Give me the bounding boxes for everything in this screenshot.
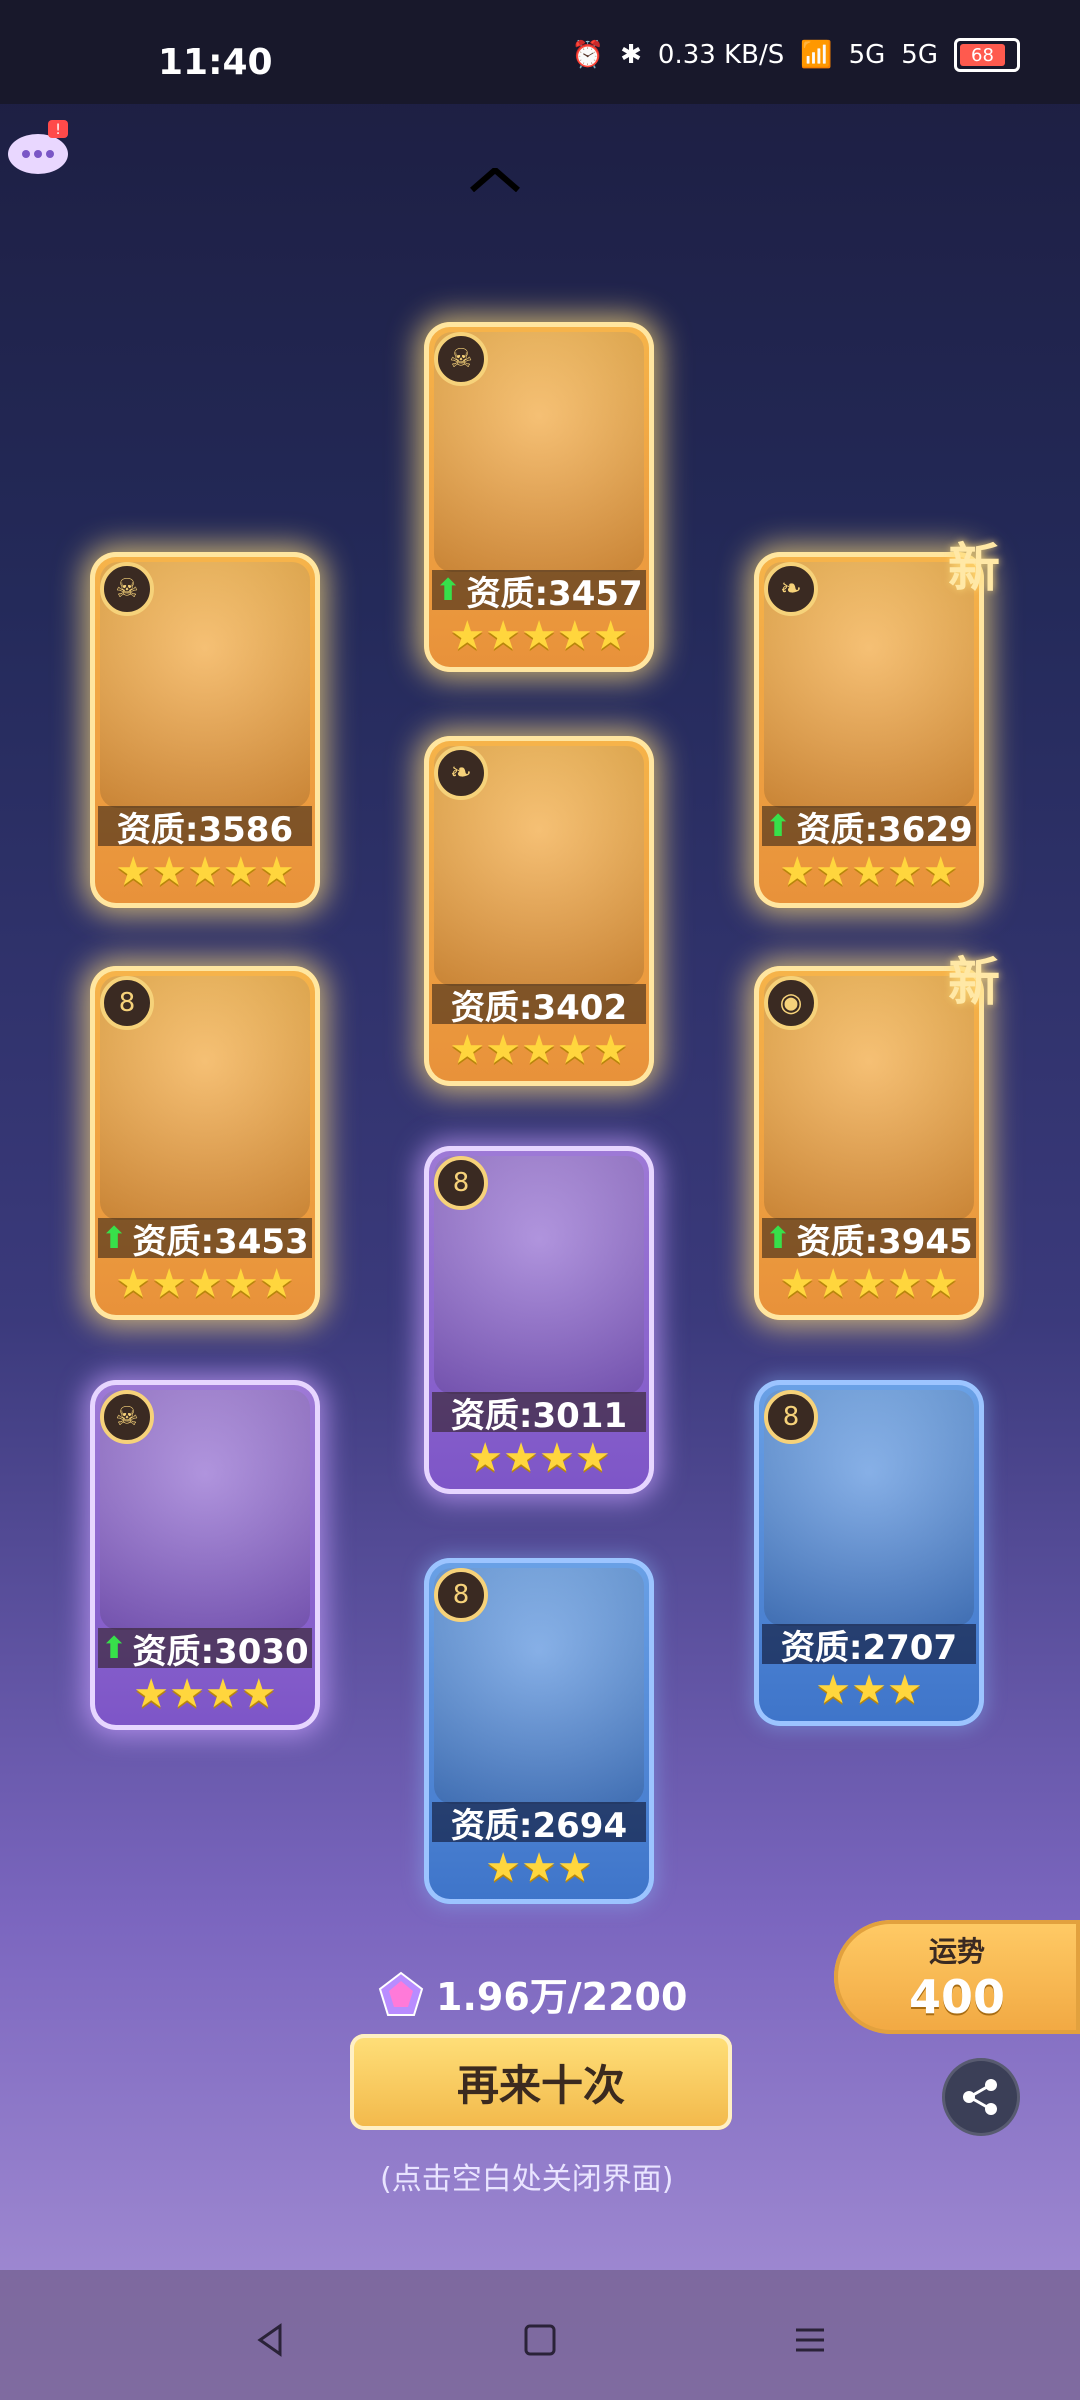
signal-2: 5G — [901, 40, 938, 70]
star-rating: ★★★★★ — [115, 849, 295, 895]
star-rating: ★★★★ — [133, 1671, 277, 1717]
star-rating: ★★★★ — [467, 1435, 611, 1481]
star-rating: ★★★★★ — [449, 1027, 629, 1073]
battery-level: 68 — [960, 44, 1005, 66]
hero-card[interactable]: 8 资质:3011 ★★★★ — [424, 1146, 654, 1494]
quality-label: 资质:3402 — [432, 984, 646, 1028]
star-rating: ★★★★★ — [115, 1261, 295, 1307]
hero-card[interactable]: ❧ ⬆ 资质:3629 ★★★★★ — [754, 552, 984, 908]
battery-icon: 68 — [954, 38, 1020, 72]
faction-icon: ☠ — [100, 1390, 154, 1444]
quality-label: 资质:2694 — [432, 1802, 646, 1846]
luck-value: 400 — [908, 1970, 1006, 2024]
draw-cost: 1.96万/2200 — [378, 1966, 687, 2021]
faction-icon: ❧ — [764, 562, 818, 616]
signal-1: 5G — [848, 40, 886, 70]
menu-nav-button[interactable] — [780, 2310, 840, 2370]
wifi-icon: 📶 — [800, 40, 833, 70]
hero-card[interactable]: ☠ ⬆ 资质:3457 ★★★★★ — [424, 322, 654, 672]
faction-icon: ❧ — [434, 746, 488, 800]
new-tag: 新 — [948, 953, 1001, 1013]
quality-label: 资质:3011 — [432, 1392, 646, 1436]
quality-label: ⬆ 资质:3453 — [98, 1218, 312, 1262]
status-time: 11:40 — [158, 42, 273, 83]
quality-label: ⬆ 资质:3457 — [432, 570, 646, 614]
back-nav-icon — [257, 2323, 282, 2357]
up-arrow-icon: ⬆ — [101, 1220, 127, 1256]
quality-label: ⬆ 资质:3629 — [762, 806, 976, 850]
navigation-bar — [0, 2270, 1080, 2400]
home-nav-icon — [524, 2324, 556, 2356]
faction-icon: ◉ — [764, 976, 818, 1030]
star-rating: ★★★★★ — [779, 1261, 959, 1307]
faction-icon: 8 — [434, 1156, 488, 1210]
luck-badge: 运势 400 — [834, 1920, 1080, 2034]
star-rating: ★★★ — [815, 1667, 923, 1713]
star-rating: ★★★ — [485, 1845, 593, 1891]
share-icon — [963, 2079, 997, 2115]
close-hint: (点击空白处关闭界面) — [380, 2162, 674, 2197]
faction-icon: ☠ — [100, 562, 154, 616]
quality-label: 资质:2707 — [762, 1624, 976, 1668]
faction-icon: 8 — [764, 1390, 818, 1444]
star-rating: ★★★★★ — [779, 849, 959, 895]
faction-icon: 8 — [434, 1568, 488, 1622]
luck-label: 运势 — [928, 1935, 985, 1968]
hero-card[interactable]: 8 资质:2707 ★★★ — [754, 1380, 984, 1726]
hero-card[interactable]: ❧ 资质:3402 ★★★★★ — [424, 736, 654, 1086]
up-arrow-icon: ⬆ — [765, 1220, 791, 1256]
quality-label: ⬆ 资质:3030 — [98, 1628, 312, 1672]
faction-icon: 8 — [100, 976, 154, 1030]
hero-card[interactable]: 8 资质:2694 ★★★ — [424, 1558, 654, 1904]
faction-icon: ☠ — [434, 332, 488, 386]
up-arrow-icon: ⬆ — [765, 808, 791, 844]
network-speed: 0.33 KB/S — [657, 40, 785, 70]
star-rating: ★★★★★ — [449, 613, 629, 659]
svg-text:!: ! — [55, 122, 61, 138]
bluetooth-icon: ✱ — [620, 40, 642, 70]
hero-card[interactable]: ☠ 资质:3586 ★★★★★ — [90, 552, 320, 908]
up-arrow-icon: ⬆ — [101, 1630, 127, 1666]
new-tag: 新 — [948, 539, 1001, 599]
quality-label: 资质:3586 — [98, 806, 312, 850]
up-arrow-icon: ⬆ — [435, 572, 461, 608]
hero-card[interactable]: ☠ ⬆ 资质:3030 ★★★★ — [90, 1380, 320, 1730]
collapse-icon — [470, 168, 520, 192]
crystal-icon — [378, 1971, 424, 2016]
share-button[interactable] — [942, 2058, 1020, 2136]
back-nav-button[interactable] — [240, 2310, 300, 2370]
draw-ten-again-button[interactable]: 再来十次 — [350, 2034, 732, 2130]
hero-card[interactable]: 8 ⬆ 资质:3453 ★★★★★ — [90, 966, 320, 1320]
menu-nav-icon — [796, 2328, 824, 2352]
home-nav-button[interactable] — [510, 2310, 570, 2370]
chat-icon[interactable]: ! — [4, 112, 74, 182]
cost-text: 1.96万/2200 — [436, 1975, 688, 2019]
status-icons: ⏰ ✱ 0.33 KB/S 📶 5G 5G 68 — [572, 38, 1020, 72]
status-bar: 11:40 ⏰ ✱ 0.33 KB/S 📶 5G 5G 68 — [0, 0, 1080, 104]
alarm-icon: ⏰ — [571, 40, 605, 70]
hero-card[interactable]: ◉ ⬆ 资质:3945 ★★★★★ — [754, 966, 984, 1320]
quality-label: ⬆ 资质:3945 — [762, 1218, 976, 1262]
